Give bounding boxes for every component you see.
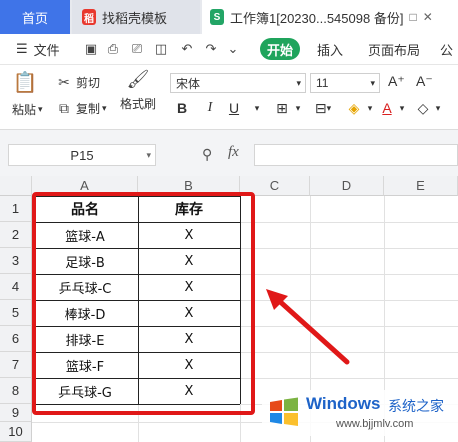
copy-label: 复制 <box>76 102 101 116</box>
watermark-brand: Windows <box>306 394 381 413</box>
font-color-chevron-icon[interactable]: ▾ <box>396 98 408 118</box>
cut-button[interactable]: ✂ 剪切 <box>56 74 100 91</box>
select-all-corner[interactable] <box>0 176 32 196</box>
brush-icon: 🖌 <box>126 68 150 89</box>
font-size-value: 11 <box>316 76 329 90</box>
name-box[interactable]: P15 ▾ <box>8 144 156 166</box>
watermark: Windows 系统之家 www.bjjmlv.com <box>262 390 458 436</box>
menu-start[interactable]: 开始 <box>260 38 300 60</box>
chevron-down-icon: ▾ <box>38 104 43 114</box>
borders-chevron-icon[interactable]: ▾ <box>292 98 304 118</box>
underline-button[interactable]: U <box>226 98 242 118</box>
shrink-font-icon: A⁻ <box>416 73 433 89</box>
row-header-2[interactable]: 2 <box>0 222 32 248</box>
formula-bar: P15 ▾ ⚲ fx <box>0 130 458 176</box>
tab-bar: 首页 稻 找稻壳模板 S 工作簿1[20230...545098 备份] □ ✕ <box>0 0 458 34</box>
copy-icon: ⧉ <box>59 100 69 116</box>
format-painter-button[interactable]: 🖌 格式刷 <box>120 68 157 112</box>
tab-template-label: 找稻壳模板 <box>102 10 168 26</box>
undo-icon[interactable]: ↶ <box>180 42 194 56</box>
paste-icon: 📋 <box>12 71 38 94</box>
spreadsheet-icon: S <box>210 9 224 25</box>
chevron-down-icon: ▾ <box>102 103 107 113</box>
watermark-suffix: 系统之家 <box>388 398 444 414</box>
row-header-9[interactable]: 9 <box>0 404 32 422</box>
windows-logo-icon <box>270 397 298 426</box>
menu-formula[interactable]: 公 <box>440 34 453 64</box>
ribbon: 📋 粘贴 ▾ ✂ 剪切 ⧉ 复制 ▾ 🖌 格式刷 宋体 ▾ 11 ▾ A⁺ A⁻… <box>0 65 458 130</box>
print-preview-icon[interactable]: ◫ <box>154 42 168 56</box>
grow-font-icon: A⁺ <box>388 73 405 89</box>
export-icon[interactable]: ⎙ <box>106 42 120 56</box>
grow-font-button[interactable]: A⁺ <box>388 73 405 90</box>
column-header-d[interactable]: D <box>310 176 384 196</box>
chevron-down-icon: ▾ <box>296 77 301 88</box>
tab-pin-icon[interactable]: □ <box>409 10 416 24</box>
row-header-6[interactable]: 6 <box>0 326 32 352</box>
menu-bar: ☰ 文件 ▣ ⎙ ⎚ ◫ ↶ ↷ ⌄ 开始 插入 页面布局 公 <box>0 34 458 65</box>
shrink-font-button[interactable]: A⁻ <box>416 73 433 90</box>
merge-cells-icon[interactable]: ⊟ ▾ <box>310 98 336 118</box>
redo-icon[interactable]: ↷ <box>204 42 218 56</box>
print-icon[interactable]: ⎚ <box>130 42 144 56</box>
row-header-8[interactable]: 8 <box>0 378 32 404</box>
highlight-box <box>32 192 255 415</box>
tab-close-icon[interactable]: ✕ <box>423 10 433 24</box>
row-header-3[interactable]: 3 <box>0 248 32 274</box>
chevron-down-icon: ▾ <box>370 77 375 88</box>
chevron-down-icon: ▾ <box>146 149 151 160</box>
paste-label-button[interactable]: 粘贴 ▾ <box>12 101 43 118</box>
fill-color-chevron-icon[interactable]: ▾ <box>364 98 376 118</box>
italic-button[interactable]: I <box>202 98 218 118</box>
menu-file[interactable]: ☰ 文件 <box>16 34 60 64</box>
cell-reference: P15 <box>70 147 94 163</box>
paste-button[interactable]: 📋 <box>12 71 40 94</box>
eraser-chevron-icon[interactable]: ▾ <box>432 98 444 118</box>
row-header-5[interactable]: 5 <box>0 300 32 326</box>
fill-color-icon[interactable]: ◈ <box>344 98 364 118</box>
paste-label: 粘贴 <box>12 103 37 117</box>
font-name-value: 宋体 <box>176 76 201 91</box>
hamburger-icon: ☰ <box>16 41 28 56</box>
menu-file-label: 文件 <box>33 42 60 58</box>
column-header-e[interactable]: E <box>384 176 458 196</box>
tab-home[interactable]: 首页 <box>0 0 70 34</box>
underline-chevron-icon[interactable]: ▾ <box>250 98 264 118</box>
font-color-icon[interactable]: A <box>380 98 394 118</box>
font-size-select[interactable]: 11 ▾ <box>310 73 380 93</box>
tab-document[interactable]: S 工作簿1[20230...545098 备份] □ ✕ <box>202 0 458 34</box>
fx-icon[interactable]: fx <box>228 144 239 161</box>
format-painter-label: 格式刷 <box>120 97 157 111</box>
more-icon[interactable]: ⌄ <box>226 42 240 56</box>
tab-document-label: 工作簿1[20230...545098 备份] <box>230 10 404 26</box>
tab-template[interactable]: 稻 找稻壳模板 <box>72 0 200 34</box>
row-header-1[interactable]: 1 <box>0 196 32 222</box>
copy-button[interactable]: ⧉ 复制 ▾ <box>56 100 107 117</box>
docer-icon: 稻 <box>82 9 96 25</box>
zoom-search-icon[interactable]: ⚲ <box>202 146 212 163</box>
row-header-7[interactable]: 7 <box>0 352 32 378</box>
scissors-icon: ✂ <box>58 74 70 90</box>
bold-button[interactable]: B <box>174 98 190 118</box>
annotation-arrow <box>266 289 350 365</box>
tab-home-label: 首页 <box>21 10 48 26</box>
formula-input[interactable] <box>254 144 458 166</box>
cut-label: 剪切 <box>76 76 101 90</box>
save-icon[interactable]: ▣ <box>84 42 98 56</box>
watermark-url: www.bjjmlv.com <box>336 418 414 430</box>
eraser-icon[interactable]: ◇ <box>414 98 432 118</box>
borders-icon[interactable]: ⊞ <box>274 98 290 118</box>
row-header-4[interactable]: 4 <box>0 274 32 300</box>
menu-page-layout[interactable]: 页面布局 <box>368 34 420 64</box>
font-name-select[interactable]: 宋体 ▾ <box>170 73 306 93</box>
menu-insert[interactable]: 插入 <box>317 34 343 64</box>
row-header-10[interactable]: 10 <box>0 422 32 442</box>
